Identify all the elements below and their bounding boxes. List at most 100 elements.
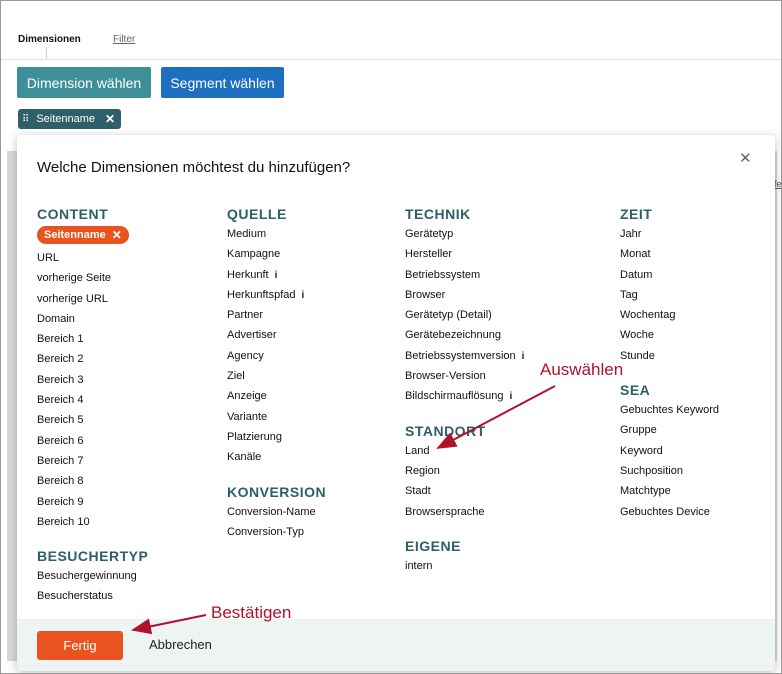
dimension-option[interactable]: Stunde bbox=[620, 346, 719, 366]
dimension-option[interactable]: Bereich 5 bbox=[37, 410, 148, 430]
dimension-option[interactable]: URL bbox=[37, 248, 148, 268]
dimension-option[interactable]: Bereich 2 bbox=[37, 349, 148, 369]
dimension-option[interactable]: Stadt bbox=[405, 481, 524, 501]
dimension-option[interactable]: Ziel bbox=[227, 366, 326, 386]
dimension-option[interactable]: Gerätebezeichnung bbox=[405, 325, 524, 345]
dimension-option[interactable]: Monat bbox=[620, 244, 719, 264]
dimension-option[interactable]: vorherige Seite bbox=[37, 268, 148, 288]
remove-tag-icon[interactable]: ✕ bbox=[112, 228, 122, 242]
dimension-option[interactable]: Herkunft i bbox=[227, 265, 326, 285]
dimension-option-label: Gerätebezeichnung bbox=[405, 329, 502, 342]
cancel-button[interactable]: Abbrechen bbox=[149, 637, 212, 652]
section-heading: KONVERSION bbox=[227, 483, 327, 500]
dimension-option[interactable]: Bereich 1 bbox=[37, 329, 148, 349]
info-icon[interactable]: i bbox=[522, 351, 525, 362]
choose-dimension-button[interactable]: Dimension wählen bbox=[17, 67, 151, 98]
choose-segment-button[interactable]: Segment wählen bbox=[161, 67, 284, 98]
info-icon[interactable]: i bbox=[275, 270, 278, 281]
info-icon[interactable]: i bbox=[301, 290, 304, 301]
dimension-option[interactable]: Gebuchtes Keyword bbox=[620, 400, 719, 420]
tab-dimensionen[interactable]: Dimensionen bbox=[18, 34, 81, 45]
dimension-option[interactable]: Kampagne bbox=[227, 244, 326, 264]
drag-handle-icon[interactable]: ⠿ bbox=[22, 114, 29, 125]
dimension-option[interactable]: Browsersprache bbox=[405, 502, 524, 522]
selected-dimension-tag[interactable]: Seitenname ✕ bbox=[37, 226, 129, 244]
dimension-option[interactable]: Advertiser bbox=[227, 325, 326, 345]
dimension-option[interactable]: Domain bbox=[37, 309, 148, 329]
dimension-option[interactable]: Gerätetyp (Detail) bbox=[405, 305, 524, 325]
dimension-option[interactable]: Agency bbox=[227, 346, 326, 366]
dimension-option[interactable]: Region bbox=[405, 461, 524, 481]
dimension-option[interactable]: Wochentag bbox=[620, 305, 719, 325]
dimension-option-label: vorherige Seite bbox=[37, 272, 111, 285]
close-icon[interactable]: ✕ bbox=[739, 149, 752, 167]
dimension-option[interactable]: Besucherstatus bbox=[37, 586, 148, 606]
info-icon[interactable]: i bbox=[509, 391, 512, 402]
dimension-option-label: Variante bbox=[227, 410, 268, 423]
dimension-option[interactable]: Keyword bbox=[620, 441, 719, 461]
dimension-option[interactable]: Gruppe bbox=[620, 420, 719, 440]
dimension-option[interactable]: Bildschirmauflösung i bbox=[405, 386, 524, 406]
dimension-option[interactable]: Partner bbox=[227, 305, 326, 325]
dimension-option[interactable]: Bereich 9 bbox=[37, 492, 148, 512]
dimension-option-label: Bereich 4 bbox=[37, 394, 84, 407]
dimension-option[interactable]: Platzierung bbox=[227, 427, 326, 447]
dimension-option[interactable]: Bereich 6 bbox=[37, 431, 148, 451]
dimension-option[interactable]: Herkunftspfad i bbox=[227, 285, 326, 305]
dimension-option[interactable]: Woche bbox=[620, 325, 719, 345]
dimension-option-label: vorherige URL bbox=[37, 292, 108, 305]
dialog-title: Welche Dimensionen möchtest du hinzufüge… bbox=[37, 159, 351, 176]
dimension-option[interactable]: Conversion-Typ bbox=[227, 522, 326, 542]
dimension-option-label: Conversion-Typ bbox=[227, 525, 305, 538]
dimension-dialog: Welche Dimensionen möchtest du hinzufüge… bbox=[17, 135, 775, 671]
dimension-option[interactable]: Variante bbox=[227, 407, 326, 427]
dimension-option-label: Bereich 9 bbox=[37, 495, 84, 508]
dimension-option[interactable]: Betriebssystemversion i bbox=[405, 346, 524, 366]
dimension-option[interactable]: Jahr bbox=[620, 224, 719, 244]
selected-dimension-chip[interactable]: ⠿ Seitenname ✕ bbox=[18, 109, 122, 129]
dimension-option-label: Herkunft bbox=[227, 268, 269, 281]
dimension-option[interactable]: Besuchergewinnung bbox=[37, 566, 148, 586]
dimension-option[interactable]: Browser-Version bbox=[405, 366, 524, 386]
dimension-option[interactable]: Kanäle bbox=[227, 447, 326, 467]
dimension-option-label: URL bbox=[37, 252, 60, 264]
section-heading: EIGENE bbox=[405, 537, 461, 554]
dimension-option[interactable]: Medium bbox=[227, 224, 326, 244]
dimension-option[interactable]: Bereich 7 bbox=[37, 451, 148, 471]
dimension-option-label: Matchtype bbox=[620, 485, 671, 498]
dimension-option[interactable]: Land bbox=[405, 441, 524, 461]
dimension-option[interactable]: Gerätetyp bbox=[405, 224, 524, 244]
dimension-option[interactable]: Datum bbox=[620, 265, 719, 285]
done-button[interactable]: Fertig bbox=[37, 631, 123, 660]
dimension-option-label: Monat bbox=[620, 248, 651, 261]
dimension-option[interactable]: Hersteller bbox=[405, 244, 524, 264]
dimension-option-label: Bereich 10 bbox=[37, 515, 90, 528]
dimension-option-label: Platzierung bbox=[227, 430, 283, 443]
dimension-option[interactable]: Betriebssystem bbox=[405, 265, 524, 285]
dimension-option-label: Browsersprache bbox=[405, 505, 485, 518]
dimension-option[interactable]: Tag bbox=[620, 285, 719, 305]
dimension-option[interactable]: Gebuchtes Device bbox=[620, 502, 719, 522]
dimension-option[interactable]: intern bbox=[405, 556, 524, 576]
dimension-option[interactable]: Bereich 8 bbox=[37, 471, 148, 491]
remove-chip-icon[interactable]: ✕ bbox=[105, 112, 115, 126]
dimension-option[interactable]: Browser bbox=[405, 285, 524, 305]
dimension-option[interactable]: Bereich 3 bbox=[37, 370, 148, 390]
dimension-option-label: Anzeige bbox=[227, 390, 267, 403]
section-heading: SEA bbox=[620, 382, 651, 399]
dimension-option[interactable]: Suchposition bbox=[620, 461, 719, 481]
dimension-option[interactable]: Matchtype bbox=[620, 481, 719, 501]
dimension-column: ZEIT Jahr Monat Datum Tag Wochentag Woche Stund… bbox=[620, 204, 719, 522]
dimension-option[interactable]: vorherige URL bbox=[37, 289, 148, 309]
tab-filter[interactable]: Filter bbox=[113, 34, 135, 45]
dimension-column: CONTENT Seitenname ✕ URL vorherige Seite vorh… bbox=[37, 204, 148, 607]
dimension-option-label: Besuchergewinnung bbox=[37, 570, 137, 583]
clipped-link[interactable]: fe bbox=[774, 179, 781, 189]
dimension-option[interactable]: Bereich 4 bbox=[37, 390, 148, 410]
dimension-option-label: Besucherstatus bbox=[37, 590, 113, 603]
dimension-option[interactable]: Conversion-Name bbox=[227, 502, 326, 522]
dimension-option[interactable]: Bereich 10 bbox=[37, 512, 148, 532]
selected-dimension-label: Seitenname bbox=[36, 113, 96, 125]
dimension-option[interactable]: Anzeige bbox=[227, 386, 326, 406]
dimension-option-label: Kampagne bbox=[227, 248, 281, 261]
